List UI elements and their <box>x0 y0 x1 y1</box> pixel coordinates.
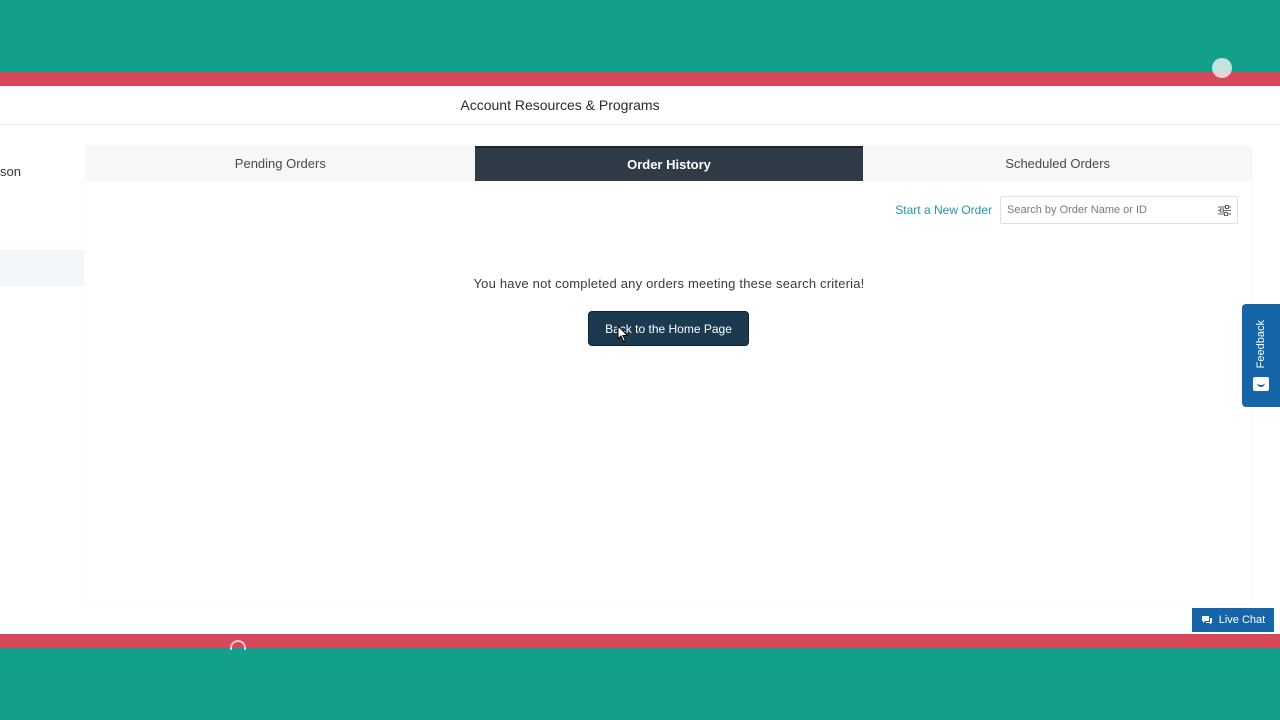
bottom-accent-strip <box>0 634 1280 648</box>
back-to-home-button[interactable]: Back to the Home Page <box>588 311 749 346</box>
page-title: Account Resources & Programs <box>460 97 660 113</box>
main-content: Account Resources & Programs son Pending… <box>0 86 1280 634</box>
profile-dot-icon[interactable] <box>1212 58 1232 78</box>
orders-panel: Pending Orders Order History Scheduled O… <box>86 146 1252 604</box>
orders-tabs: Pending Orders Order History Scheduled O… <box>86 146 1252 181</box>
top-accent-strip <box>0 72 1280 86</box>
sliders-icon[interactable] <box>1217 203 1231 217</box>
sidebar-partial-label: son <box>0 164 21 179</box>
live-chat-label: Live Chat <box>1218 614 1266 626</box>
feedback-label: Feedback <box>1255 320 1267 369</box>
chat-bubble-icon <box>1201 616 1212 625</box>
sidebar-active-item[interactable] <box>0 250 84 286</box>
tab-pending-orders[interactable]: Pending Orders <box>86 146 475 181</box>
tab-order-history[interactable]: Order History <box>474 146 864 181</box>
bottom-background <box>0 648 1280 720</box>
live-chat-button[interactable]: Live Chat <box>1192 608 1274 632</box>
tab-scheduled-orders[interactable]: Scheduled Orders <box>863 146 1252 181</box>
orders-toolbar: Start a New Order <box>895 196 1238 224</box>
title-divider <box>0 124 1280 125</box>
logo-arc-icon <box>230 640 246 650</box>
search-container <box>1000 196 1238 224</box>
top-background <box>0 0 1280 72</box>
feedback-widget[interactable]: Feedback <box>1242 304 1280 407</box>
start-new-order-link[interactable]: Start a New Order <box>895 203 992 217</box>
message-smile-icon <box>1253 376 1269 391</box>
empty-state-message: You have not completed any orders meetin… <box>473 276 865 291</box>
order-search-input[interactable] <box>1007 204 1217 216</box>
